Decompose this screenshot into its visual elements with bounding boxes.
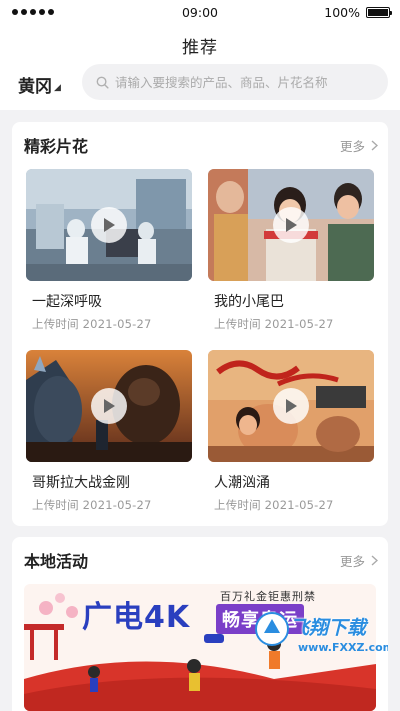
more-label: 更多: [339, 553, 365, 569]
city-label: 黄冈: [18, 77, 52, 97]
battery-icon: [366, 6, 392, 18]
search-icon: [96, 76, 109, 89]
video-card[interactable]: 我的小尾巴 上传时间 2021-05-27: [208, 169, 374, 339]
more-link[interactable]: 更多: [340, 551, 378, 570]
video-title: 一起深呼吸: [32, 294, 102, 310]
site-watermark: 飞翔下载 www.FXXZ.com: [254, 607, 388, 663]
video-card[interactable]: 一起深呼吸 上传时间 2021-05-27: [26, 169, 192, 339]
video-date: 上传时间 2021-05-27: [32, 317, 152, 331]
more-label: 更多: [339, 138, 365, 154]
caret-down-icon: ◢: [54, 82, 61, 93]
video-date: 上传时间 2021-05-27: [32, 498, 152, 512]
city-selector[interactable]: 黄冈 ◢: [18, 72, 61, 97]
banner-title: 广电4K: [82, 592, 190, 636]
chevron-right-icon: [371, 139, 378, 151]
video-title: 我的小尾巴: [214, 294, 284, 310]
watermark-text: 飞翔下载: [290, 617, 367, 639]
play-icon: [91, 207, 127, 243]
play-icon: [273, 207, 309, 243]
banner-subtitle-top: 百万礼金钜惠刑禁: [220, 590, 316, 603]
local-activity-section: 本地活动 更多 百万礼金钜惠刑禁 广电4K 畅享: [12, 537, 388, 711]
play-icon: [273, 388, 309, 424]
video-card[interactable]: 哥斯拉大战金刚 上传时间 2021-05-27: [26, 350, 192, 520]
watermark-logo-icon: [255, 612, 289, 646]
banner-title-part1: 广电: [82, 600, 144, 635]
header: 推荐 黄冈 ◢: [0, 24, 400, 110]
video-card[interactable]: 人潮汹涌 上传时间 2021-05-27: [208, 350, 374, 520]
video-date: 上传时间 2021-05-27: [214, 317, 334, 331]
video-title: 哥斯拉大战金刚: [32, 475, 130, 491]
more-link[interactable]: 更多: [340, 136, 378, 155]
page-title: 推荐: [182, 38, 218, 58]
watermark-url: www.FXXZ.com: [298, 641, 388, 654]
video-thumbnail: [208, 350, 374, 462]
highlights-section: 精彩片花 更多 一起深呼吸 上传时间 2021-05-27 我的小尾巴 上传时间…: [12, 122, 388, 526]
banner-title-part2: 4K: [144, 600, 191, 635]
status-bar: 09:00 100%: [0, 0, 400, 24]
section-title: 本地活动: [24, 552, 89, 571]
search-bar[interactable]: [82, 64, 388, 100]
video-date: 上传时间 2021-05-27: [214, 498, 334, 512]
video-thumbnail: [26, 169, 192, 281]
battery-percent: 100%: [324, 4, 360, 20]
search-input[interactable]: [115, 74, 388, 90]
video-thumbnail: [208, 169, 374, 281]
chevron-right-icon: [371, 554, 378, 566]
section-title: 精彩片花: [24, 137, 89, 156]
video-title: 人潮汹涌: [214, 475, 270, 491]
signal-icon: [12, 9, 54, 15]
video-thumbnail: [26, 350, 192, 462]
play-icon: [91, 388, 127, 424]
